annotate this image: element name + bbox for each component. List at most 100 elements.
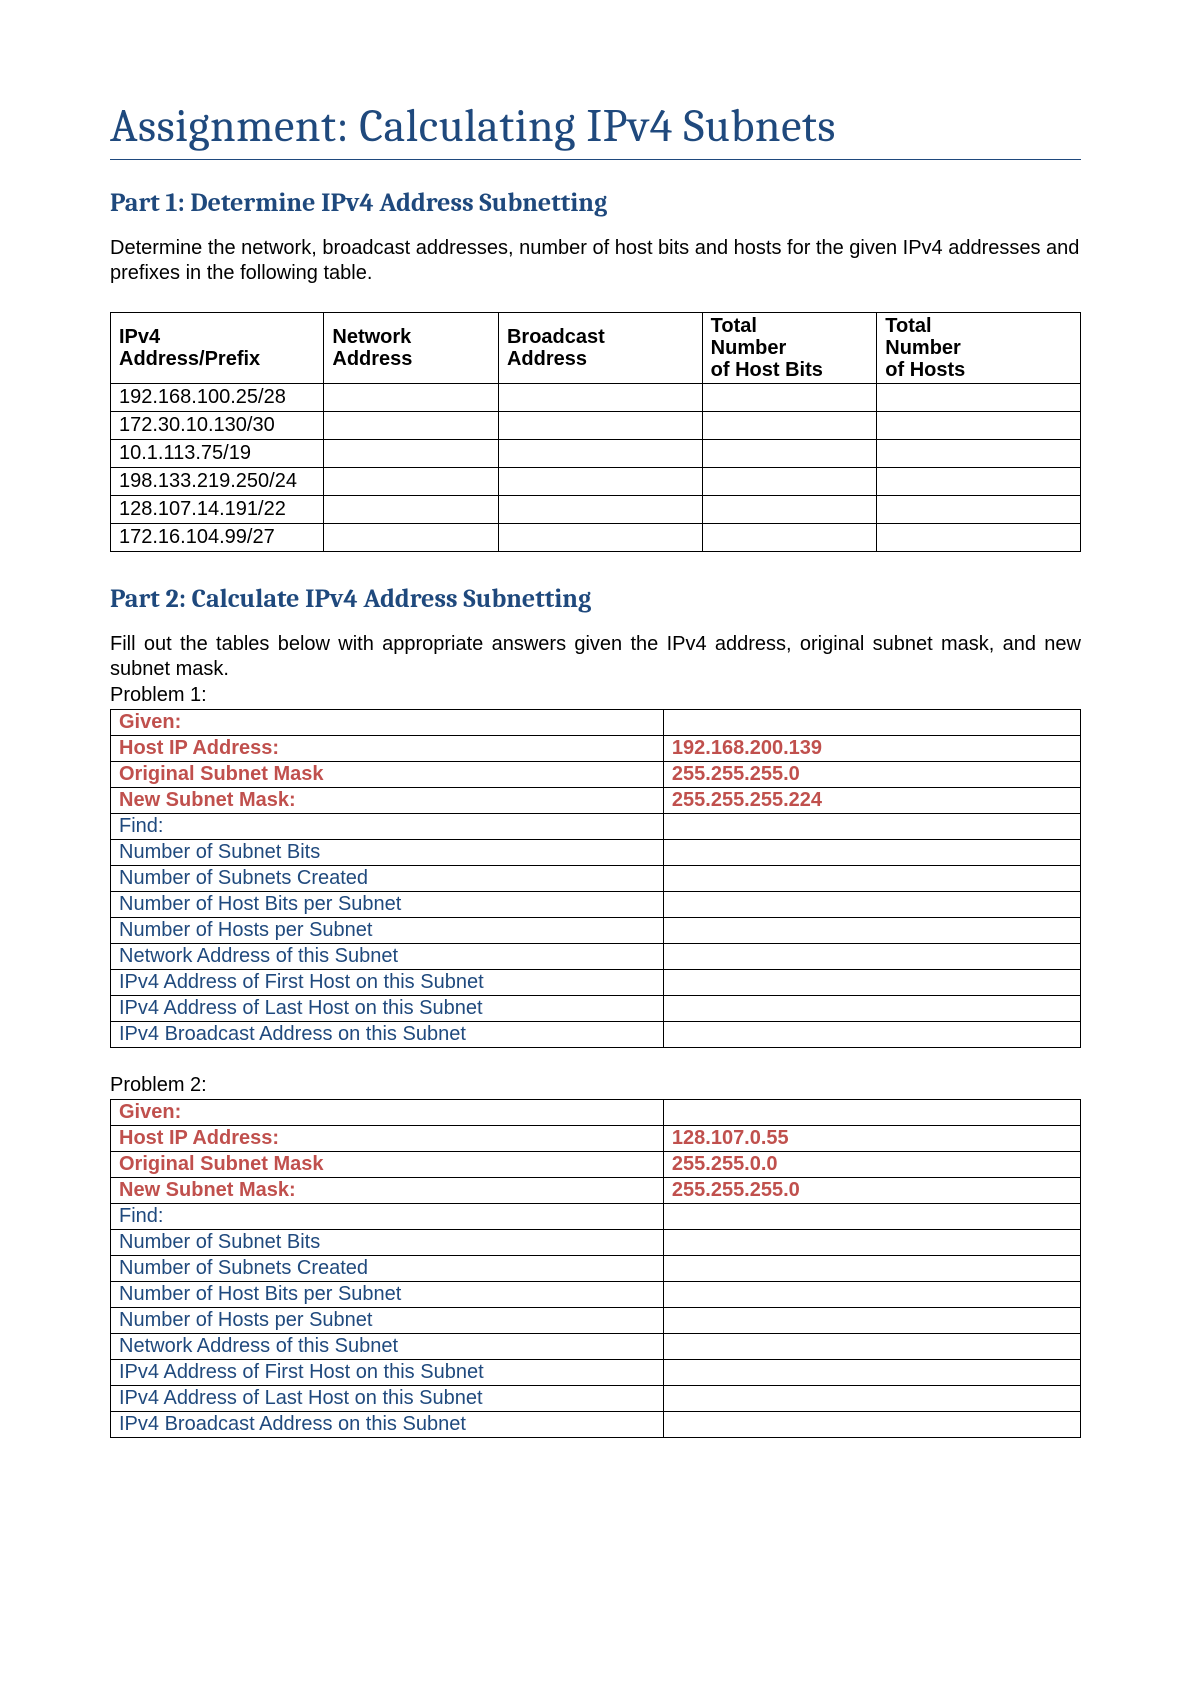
- part1-instructions: Determine the network, broadcast address…: [110, 236, 1081, 286]
- cell-value: [663, 996, 1080, 1022]
- table-row: 172.16.104.99/27: [111, 524, 1081, 552]
- row-host-ip: Host IP Address:128.107.0.55: [111, 1126, 1081, 1152]
- cell-value: [663, 710, 1080, 736]
- cell-value: [663, 1308, 1080, 1334]
- cell-prefix: 172.30.10.130/30: [111, 412, 324, 440]
- col-header-text: of Host Bits: [711, 359, 823, 381]
- cell-label: Find:: [111, 814, 664, 840]
- row-new-mask: New Subnet Mask:255.255.255.0: [111, 1178, 1081, 1204]
- cell-label: IPv4 Address of Last Host on this Subnet: [111, 1386, 664, 1412]
- cell-hostbits: [702, 524, 877, 552]
- cell-value: [663, 944, 1080, 970]
- col-header-text: Total: [885, 315, 931, 337]
- cell-value: [663, 1386, 1080, 1412]
- cell-prefix: 10.1.113.75/19: [111, 440, 324, 468]
- cell-label: IPv4 Broadcast Address on this Subnet: [111, 1412, 664, 1438]
- row-subnets-created: Number of Subnets Created: [111, 866, 1081, 892]
- cell-label: New Subnet Mask:: [111, 788, 664, 814]
- row-first-host: IPv4 Address of First Host on this Subne…: [111, 1360, 1081, 1386]
- cell-prefix: 172.16.104.99/27: [111, 524, 324, 552]
- cell-value: [663, 970, 1080, 996]
- cell-network: [324, 440, 499, 468]
- row-net-addr: Network Address of this Subnet: [111, 1334, 1081, 1360]
- row-bcast-addr: IPv4 Broadcast Address on this Subnet: [111, 1022, 1081, 1048]
- row-last-host: IPv4 Address of Last Host on this Subnet: [111, 996, 1081, 1022]
- cell-label: Number of Subnets Created: [111, 866, 664, 892]
- cell-hosts: [877, 384, 1081, 412]
- row-new-mask: New Subnet Mask:255.255.255.224: [111, 788, 1081, 814]
- cell-value: 255.255.255.0: [663, 762, 1080, 788]
- page: Assignment: Calculating IPv4 Subnets Par…: [0, 0, 1191, 1684]
- part2-heading: Part 2: Calculate IPv4 Address Subnettin…: [110, 584, 1081, 614]
- cell-value: 255.255.255.0: [663, 1178, 1080, 1204]
- row-orig-mask: Original Subnet Mask255.255.255.0: [111, 762, 1081, 788]
- row-host-bits: Number of Host Bits per Subnet: [111, 892, 1081, 918]
- table-row: 192.168.100.25/28: [111, 384, 1081, 412]
- cell-label: Host IP Address:: [111, 1126, 664, 1152]
- cell-value: [663, 866, 1080, 892]
- col-header-text: Address: [507, 348, 587, 370]
- cell-broadcast: [498, 468, 702, 496]
- cell-value: 255.255.255.224: [663, 788, 1080, 814]
- row-subnets-created: Number of Subnets Created: [111, 1256, 1081, 1282]
- col-header-network: Network Address: [324, 313, 499, 384]
- cell-label: Number of Hosts per Subnet: [111, 918, 664, 944]
- cell-label: Host IP Address:: [111, 736, 664, 762]
- cell-hostbits: [702, 468, 877, 496]
- row-net-addr: Network Address of this Subnet: [111, 944, 1081, 970]
- cell-prefix: 128.107.14.191/22: [111, 496, 324, 524]
- cell-label: Network Address of this Subnet: [111, 944, 664, 970]
- cell-label: Given:: [111, 710, 664, 736]
- col-header-text: Address: [332, 348, 412, 370]
- cell-label: Original Subnet Mask: [111, 762, 664, 788]
- cell-hosts: [877, 412, 1081, 440]
- cell-value: 255.255.0.0: [663, 1152, 1080, 1178]
- cell-value: 128.107.0.55: [663, 1126, 1080, 1152]
- cell-hostbits: [702, 440, 877, 468]
- cell-broadcast: [498, 412, 702, 440]
- cell-value: [663, 1230, 1080, 1256]
- col-header-text: Number: [711, 337, 787, 359]
- col-header-text: Network: [332, 326, 411, 348]
- cell-value: [663, 1022, 1080, 1048]
- col-header-hostbits: Total Number of Host Bits: [702, 313, 877, 384]
- row-find: Find:: [111, 814, 1081, 840]
- problem-label: Problem 1:: [110, 684, 1081, 707]
- cell-network: [324, 524, 499, 552]
- col-header-text: Total: [711, 315, 757, 337]
- cell-value: [663, 1282, 1080, 1308]
- cell-value: [663, 1204, 1080, 1230]
- col-header-text: of Hosts: [885, 359, 965, 381]
- cell-value: [663, 1256, 1080, 1282]
- title-rule: [110, 159, 1081, 160]
- table-row: 128.107.14.191/22: [111, 496, 1081, 524]
- col-header-prefix: IPv4 Address/Prefix: [111, 313, 324, 384]
- cell-network: [324, 412, 499, 440]
- col-header-broadcast: Broadcast Address: [498, 313, 702, 384]
- cell-label: Number of Subnet Bits: [111, 1230, 664, 1256]
- col-header-text: Broadcast: [507, 326, 605, 348]
- problem-label: Problem 2:: [110, 1074, 1081, 1097]
- col-header-text: Number: [885, 337, 961, 359]
- table-header-row: IPv4 Address/Prefix Network Address Broa…: [111, 313, 1081, 384]
- cell-label: Number of Host Bits per Subnet: [111, 892, 664, 918]
- cell-broadcast: [498, 440, 702, 468]
- row-host-bits: Number of Host Bits per Subnet: [111, 1282, 1081, 1308]
- cell-broadcast: [498, 384, 702, 412]
- row-bcast-addr: IPv4 Broadcast Address on this Subnet: [111, 1412, 1081, 1438]
- cell-hostbits: [702, 496, 877, 524]
- cell-label: IPv4 Broadcast Address on this Subnet: [111, 1022, 664, 1048]
- cell-label: IPv4 Address of First Host on this Subne…: [111, 1360, 664, 1386]
- cell-network: [324, 384, 499, 412]
- cell-value: [663, 918, 1080, 944]
- row-given: Given:: [111, 1100, 1081, 1126]
- row-find: Find:: [111, 1204, 1081, 1230]
- cell-label: Original Subnet Mask: [111, 1152, 664, 1178]
- cell-label: Number of Subnets Created: [111, 1256, 664, 1282]
- cell-label: Given:: [111, 1100, 664, 1126]
- col-header-text: IPv4: [119, 326, 160, 348]
- row-hosts-per: Number of Hosts per Subnet: [111, 1308, 1081, 1334]
- cell-value: [663, 1360, 1080, 1386]
- cell-value: 192.168.200.139: [663, 736, 1080, 762]
- row-hosts-per: Number of Hosts per Subnet: [111, 918, 1081, 944]
